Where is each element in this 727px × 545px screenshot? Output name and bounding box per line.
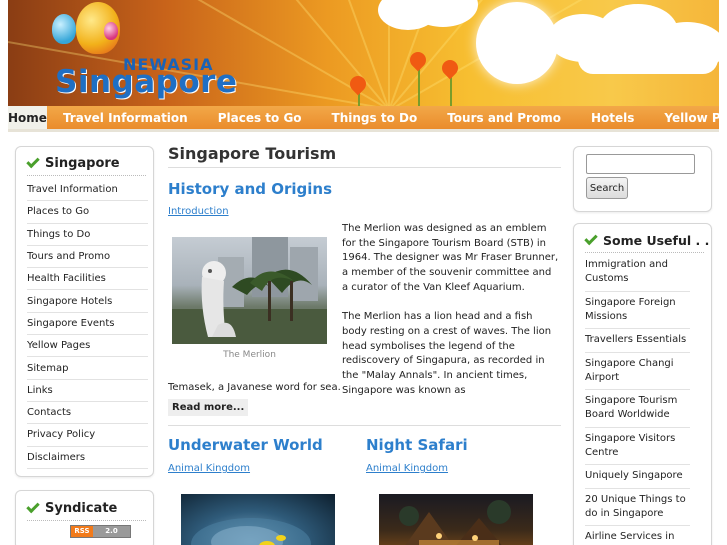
left-sidebar-box: Singapore Travel Information Places to G… <box>15 146 154 477</box>
rss-feed-badge[interactable]: RSS 2.0 <box>70 525 131 538</box>
sun-graphic <box>476 2 558 84</box>
rss-badge-version: 2.0 <box>93 526 130 537</box>
check-icon <box>584 231 598 245</box>
sidebar-item-sitemap[interactable]: Sitemap <box>27 357 148 380</box>
read-more-button[interactable]: Read more... <box>168 399 249 416</box>
useful-link-unique-things[interactable]: 20 Unique Things to do in Singapore <box>585 489 690 526</box>
divider <box>168 167 561 168</box>
nav-places-to-go[interactable]: Places to Go <box>203 106 317 129</box>
nav-yellow-pages[interactable]: Yellow Pages <box>649 106 727 129</box>
useful-link-travellers-essentials[interactable]: Travellers Essentials <box>585 329 690 353</box>
sidebar-item-places-to-go[interactable]: Places to Go <box>27 201 148 224</box>
useful-link-foreign-missions[interactable]: Singapore Foreign Missions <box>585 292 690 329</box>
nav-things-to-do[interactable]: Things to Do <box>317 106 433 129</box>
main-nav: Home Travel Information Places to Go Thi… <box>8 106 727 129</box>
underwater-world-photo <box>181 494 335 545</box>
article-heading-night-safari[interactable]: Night Safari <box>366 436 468 454</box>
article-category-link[interactable]: Introduction <box>168 206 229 217</box>
nav-divider <box>8 129 719 132</box>
merlion-image <box>172 237 327 344</box>
divider <box>168 425 561 426</box>
search-box: Search <box>573 146 712 212</box>
night-safari-image <box>399 500 511 545</box>
merlion-photo <box>172 237 327 344</box>
divider <box>27 175 146 176</box>
useful-link-visitors-centre[interactable]: Singapore Visitors Centre <box>585 428 690 465</box>
useful-links-box: Some Useful . . Immigration and Customs … <box>573 223 712 545</box>
useful-link-airline-services[interactable]: Airline Services in Singapore <box>585 526 690 545</box>
article-category-link[interactable]: Animal Kingdom <box>168 463 250 474</box>
useful-link-immigration[interactable]: Immigration and Customs <box>585 254 690 292</box>
useful-link-tourism-board[interactable]: Singapore Tourism Board Worldwide <box>585 390 690 428</box>
nav-tours-and-promo[interactable]: Tours and Promo <box>432 106 576 129</box>
article-heading-underwater-world[interactable]: Underwater World <box>168 436 323 454</box>
logo-singapore[interactable]: Singapore <box>55 64 237 100</box>
nav-home[interactable]: Home <box>8 106 47 129</box>
syndicate-title: Syndicate <box>45 500 118 516</box>
sidebar-item-travel-information[interactable]: Travel Information <box>27 179 148 202</box>
sidebar-item-disclaimers[interactable]: Disclaimers <box>27 447 148 469</box>
rss-badge-label: RSS <box>71 526 93 537</box>
article-body: The Merlion was designed as an emblem fo… <box>342 222 560 413</box>
useful-links-list: Immigration and Customs Singapore Foreig… <box>585 254 690 545</box>
article-category-link[interactable]: Animal Kingdom <box>366 463 448 474</box>
image-caption: The Merlion <box>223 350 276 360</box>
article-paragraph-tail: Temasek, a Javanese word for sea. <box>168 382 341 393</box>
article-paragraph: The Merlion has a lion head and a fish b… <box>342 311 552 396</box>
useful-link-uniquely-singapore[interactable]: Uniquely Singapore <box>585 465 690 489</box>
sidebar-item-yellow-pages[interactable]: Yellow Pages <box>27 335 148 358</box>
underwater-image <box>191 518 311 545</box>
search-button[interactable]: Search <box>586 177 628 199</box>
nav-travel-information[interactable]: Travel Information <box>48 106 203 129</box>
search-input[interactable] <box>586 154 695 174</box>
night-safari-photo <box>379 494 533 545</box>
site-header: NEWASIA Singapore <box>8 0 719 106</box>
check-icon <box>26 499 40 513</box>
sidebar-item-tours-and-promo[interactable]: Tours and Promo <box>27 246 148 269</box>
page-title: Singapore Tourism <box>168 144 337 163</box>
sidebar-item-things-to-do[interactable]: Things to Do <box>27 224 148 246</box>
sidebar-item-singapore-events[interactable]: Singapore Events <box>27 313 148 336</box>
useful-links-title: Some Useful . . <box>603 232 710 248</box>
check-icon <box>26 154 40 168</box>
left-sidebar-title: Singapore <box>45 155 120 171</box>
sidebar-item-singapore-hotels[interactable]: Singapore Hotels <box>27 290 148 313</box>
left-sidebar-menu: Travel Information Places to Go Things t… <box>27 179 148 469</box>
useful-link-changi-airport[interactable]: Singapore Changi Airport <box>585 353 690 390</box>
article-heading-history[interactable]: History and Origins <box>168 180 332 198</box>
article-paragraph: The Merlion was designed as an emblem fo… <box>342 223 559 293</box>
sidebar-item-contacts[interactable]: Contacts <box>27 402 148 425</box>
divider <box>27 520 146 521</box>
sidebar-item-privacy-policy[interactable]: Privacy Policy <box>27 424 148 447</box>
nav-hotels[interactable]: Hotels <box>576 106 649 129</box>
sidebar-item-links[interactable]: Links <box>27 380 148 402</box>
syndicate-box: Syndicate RSS 2.0 <box>15 490 154 545</box>
sidebar-item-health-facilities[interactable]: Health Facilities <box>27 268 148 291</box>
divider <box>585 252 704 253</box>
